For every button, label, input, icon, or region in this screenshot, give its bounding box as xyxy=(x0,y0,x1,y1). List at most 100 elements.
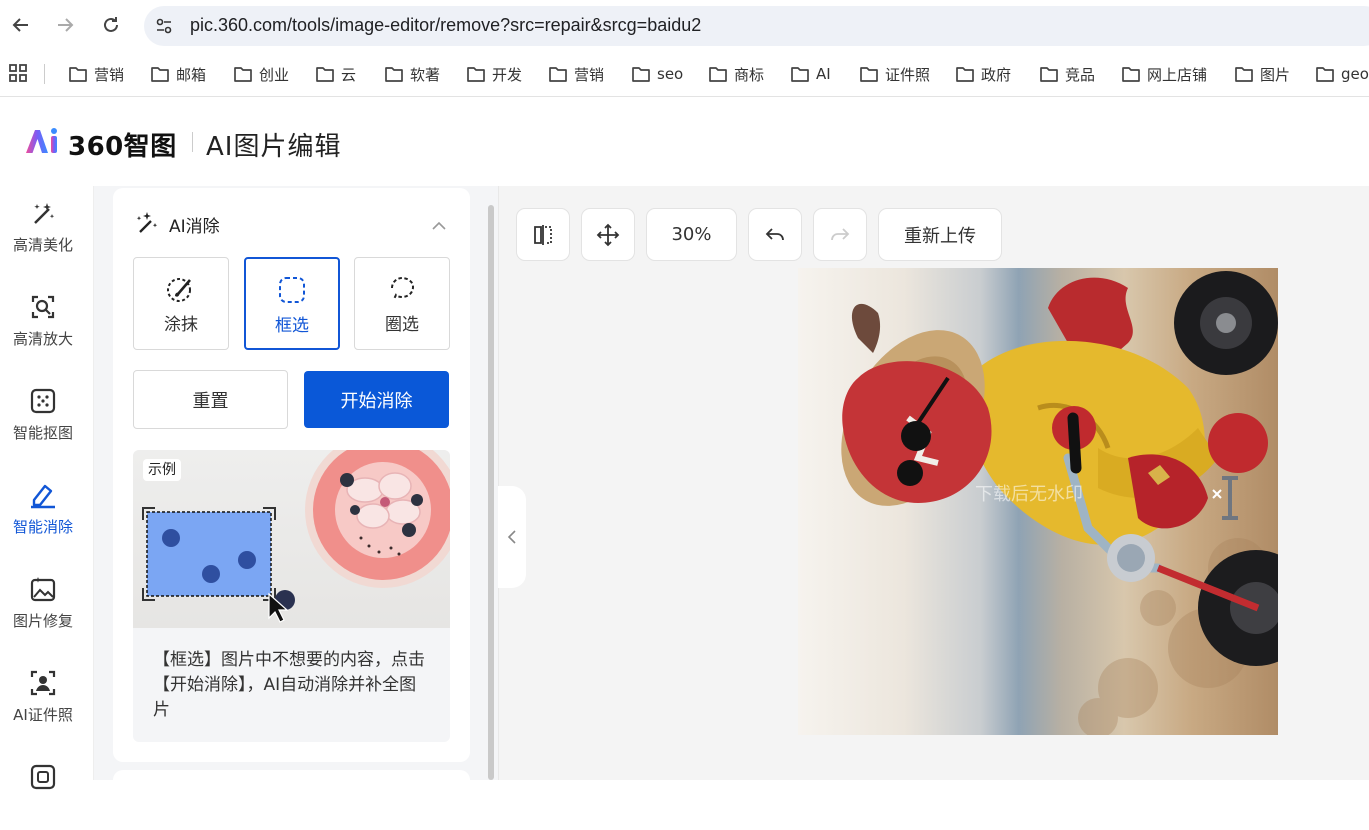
example-image: 示例 xyxy=(133,450,450,628)
rail-item-upscale[interactable]: 高清放大 xyxy=(0,280,86,360)
url-text: pic.360.com/tools/image-editor/remove?sr… xyxy=(190,15,702,35)
example-description: 【框选】图片中不想要的内容，点击【开始消除】，AI自动消除并补全图片 xyxy=(153,650,425,720)
panel-scrollbar[interactable] xyxy=(488,205,494,780)
bookmark-item[interactable]: 政府 xyxy=(955,62,1011,86)
bookmarks-divider xyxy=(44,64,45,84)
bookmark-item[interactable]: 图片 xyxy=(1234,62,1290,86)
lasso-icon xyxy=(387,274,417,304)
zoom-level[interactable]: 30% xyxy=(646,208,737,261)
folder-icon xyxy=(632,67,650,82)
site-settings-icon[interactable] xyxy=(152,14,176,38)
bookmark-item[interactable]: 软著 xyxy=(384,62,440,86)
rail-label: 图片修复 xyxy=(12,612,73,630)
folder-icon xyxy=(1316,67,1334,82)
more-tool-icon xyxy=(28,762,58,792)
rail-label: 高清美化 xyxy=(12,236,73,254)
image-repair-icon xyxy=(28,574,58,604)
bookmark-label: 网上店铺 xyxy=(1147,65,1208,84)
rail-label: 智能抠图 xyxy=(12,424,73,442)
back-button[interactable] xyxy=(6,10,36,40)
bookmark-label: 商标 xyxy=(734,65,765,84)
bookmark-item[interactable]: 营销 xyxy=(68,62,124,86)
bookmark-label: 开发 xyxy=(492,65,523,84)
panel-header: AI消除 xyxy=(135,210,220,239)
bookmark-item[interactable]: seo xyxy=(631,62,683,86)
redo-button[interactable] xyxy=(813,208,867,261)
address-bar[interactable]: pic.360.com/tools/image-editor/remove?sr… xyxy=(144,6,1369,46)
reset-button[interactable]: 重置 xyxy=(133,370,288,429)
bookmark-item[interactable]: 竞品 xyxy=(1039,62,1095,86)
folder-icon xyxy=(956,67,974,82)
bookmark-item[interactable]: 创业 xyxy=(233,62,289,86)
bookmark-item[interactable]: 网上店铺 xyxy=(1121,62,1207,86)
move-button[interactable] xyxy=(581,208,635,261)
mode-label: 涂抹 xyxy=(164,315,198,335)
bookmarks-bar: 营销 邮箱 创业 云 软著 开发 营销 seo 商标 AI 证件照 政府 竞品 网上店铺 图片 geo xyxy=(0,52,1369,97)
folder-icon xyxy=(860,67,878,82)
folder-icon xyxy=(709,67,727,82)
bookmark-item[interactable]: 证件照 xyxy=(859,62,930,86)
eraser-icon xyxy=(28,480,58,510)
reload-button[interactable] xyxy=(96,10,126,40)
header-divider xyxy=(192,132,193,152)
tool-rail: 高清美化 高清放大 智能抠图 智能消除 图片修复 AI证件照 xyxy=(0,186,94,790)
rail-item-remove[interactable]: 智能消除 xyxy=(0,468,86,548)
folder-icon xyxy=(1235,67,1253,82)
chevron-left-icon xyxy=(507,530,516,544)
id-photo-icon xyxy=(28,668,58,698)
rail-item-cutout[interactable]: 智能抠图 xyxy=(0,374,86,454)
bookmark-label: 邮箱 xyxy=(176,65,207,84)
folder-icon xyxy=(1040,67,1058,82)
logo-mark-icon xyxy=(24,127,60,159)
reupload-button[interactable]: 重新上传 xyxy=(878,208,1002,261)
compare-icon xyxy=(534,224,552,245)
bookmark-label: 软著 xyxy=(410,65,441,84)
magic-wand-icon xyxy=(28,198,58,228)
undo-button[interactable] xyxy=(748,208,802,261)
rail-item-repair[interactable]: 图片修复 xyxy=(0,562,86,642)
bookmark-item[interactable]: 云 xyxy=(315,62,356,86)
folder-icon xyxy=(151,67,169,82)
rail-item-enhance[interactable]: 高清美化 xyxy=(0,186,86,266)
next-panel-card xyxy=(113,770,470,790)
collapse-panel-button[interactable] xyxy=(498,486,526,588)
bookmark-item[interactable]: 邮箱 xyxy=(150,62,206,86)
bookmark-label: 云 xyxy=(341,65,357,84)
rail-item-more[interactable] xyxy=(0,750,86,830)
bookmark-label: 创业 xyxy=(259,65,290,84)
apps-grid-icon[interactable] xyxy=(8,63,28,87)
cutout-icon xyxy=(28,386,58,416)
bookmark-item[interactable]: geo xyxy=(1315,62,1369,86)
app-title: AI图片编辑 xyxy=(206,132,342,162)
rail-label: 智能消除 xyxy=(12,518,73,536)
mode-brush-button[interactable]: 涂抹 xyxy=(133,257,229,350)
browser-toolbar: pic.360.com/tools/image-editor/remove?sr… xyxy=(0,0,1369,52)
reload-icon xyxy=(104,17,118,32)
mode-lasso-button[interactable]: 圈选 xyxy=(354,257,450,350)
rail-label: AI证件照 xyxy=(13,706,73,724)
mode-box-select-button[interactable]: 框选 xyxy=(244,257,340,350)
bookmark-item[interactable]: 开发 xyxy=(466,62,522,86)
bookmark-label: geo xyxy=(1341,65,1369,83)
box-select-icon xyxy=(277,275,307,305)
bookmark-label: 图片 xyxy=(1260,65,1291,84)
folder-icon xyxy=(467,67,485,82)
folder-icon xyxy=(234,67,252,82)
brush-icon xyxy=(166,274,196,304)
bookmark-label: 竞品 xyxy=(1065,65,1096,84)
redo-icon xyxy=(831,227,850,240)
chevron-up-icon[interactable] xyxy=(431,216,447,235)
bookmark-item[interactable]: 营销 xyxy=(548,62,604,86)
rail-item-id-photo[interactable]: AI证件照 xyxy=(0,656,86,736)
bookmark-label: 政府 xyxy=(981,65,1012,84)
example-card: 示例 【框选】图片中不想要的内容，点击【开始消除】，AI自动消除并补全图片 xyxy=(133,450,450,742)
bookmark-item[interactable]: AI xyxy=(790,62,831,86)
start-remove-button[interactable]: 开始消除 xyxy=(304,371,449,428)
forward-arrow-icon xyxy=(58,18,74,32)
example-tag: 示例 xyxy=(143,459,181,481)
bookmark-item[interactable]: 商标 xyxy=(708,62,764,86)
back-arrow-icon xyxy=(12,18,28,32)
compare-button[interactable] xyxy=(516,208,570,261)
mode-label: 圈选 xyxy=(385,315,419,335)
forward-button[interactable] xyxy=(50,10,80,40)
